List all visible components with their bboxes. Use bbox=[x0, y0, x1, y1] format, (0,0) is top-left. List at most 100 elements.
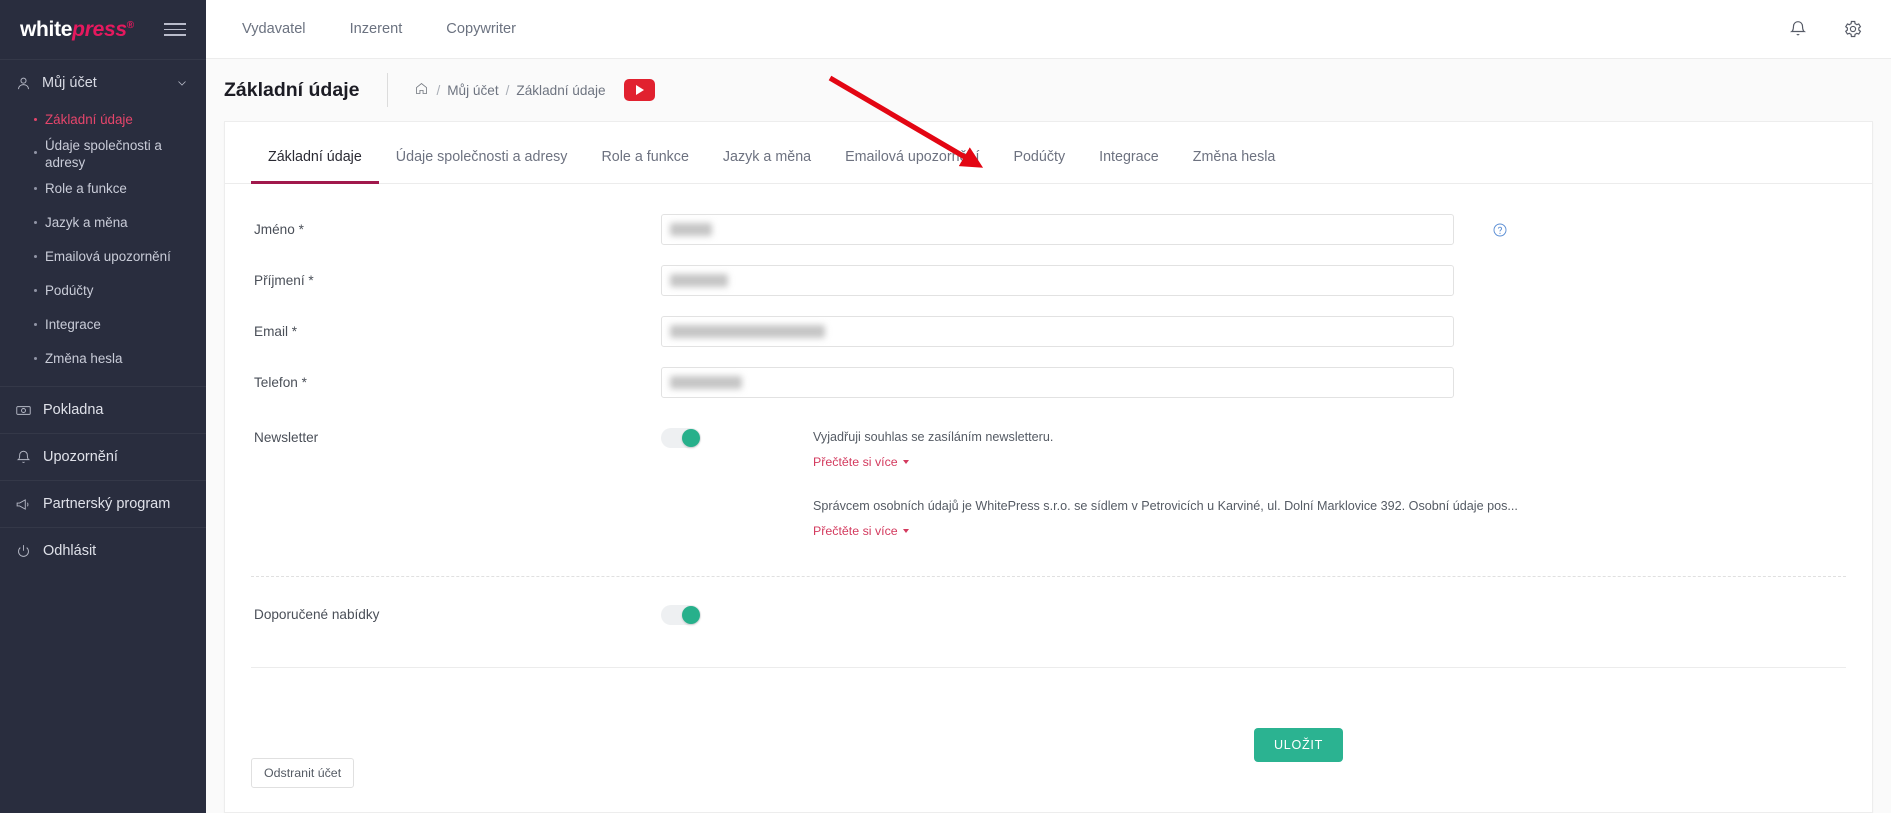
sidebar-subitem-label: Integrace bbox=[45, 317, 101, 333]
read-more-label: Přečtěte si více bbox=[813, 523, 898, 538]
form-row-email: Email * bbox=[251, 316, 1846, 347]
field-jmeno-control bbox=[661, 214, 1846, 245]
newsletter-toggle[interactable] bbox=[661, 428, 701, 448]
field-telefon-control bbox=[661, 367, 1846, 398]
sidebar-item-zakladni-udaje[interactable]: Základní údaje bbox=[0, 106, 206, 133]
tab-role-a-funkce[interactable]: Role a funkce bbox=[584, 129, 705, 183]
label-jmeno: Jméno * bbox=[254, 222, 304, 237]
newsletter-read-more-link[interactable]: Přečtěte si více bbox=[813, 455, 909, 469]
form-row-jmeno: Jméno * bbox=[251, 214, 1846, 245]
bullet-icon bbox=[34, 187, 37, 191]
breadcrumb-item-zakladni-udaje[interactable]: Základní údaje bbox=[516, 83, 605, 98]
form-row-doporucene-nabidky: Doporučené nabídky bbox=[251, 604, 1846, 625]
sidebar-subitem-label: Role a funkce bbox=[45, 181, 127, 197]
telefon-input[interactable] bbox=[661, 367, 1454, 398]
sidebar-item-role-a-funkce[interactable]: Role a funkce bbox=[0, 175, 206, 202]
privacy-read-more-link[interactable]: Přečtěte si více bbox=[813, 524, 909, 538]
bullet-icon bbox=[34, 255, 37, 259]
sidebar-subitem-label: Změna hesla bbox=[45, 351, 123, 367]
toggle-knob bbox=[682, 605, 700, 624]
sidebar-item-poducty[interactable]: Podúčty bbox=[0, 277, 206, 304]
field-prijmeni-control bbox=[661, 265, 1846, 296]
top-bar-icons bbox=[1787, 19, 1863, 40]
youtube-play-icon[interactable] bbox=[623, 79, 655, 101]
top-bar: Vydavatel Inzerent Copywriter bbox=[206, 0, 1891, 59]
tab-udaje-spolecnosti-a-adresy[interactable]: Údaje společnosti a adresy bbox=[379, 129, 585, 183]
field-email-control bbox=[661, 316, 1846, 347]
sidebar-item-partnersky-program[interactable]: Partnerský program bbox=[0, 480, 206, 527]
sidebar-item-upozorneni[interactable]: Upozornění bbox=[0, 433, 206, 480]
content-card: Základní údaje Údaje společnosti a adres… bbox=[224, 121, 1873, 813]
form-row-telefon: Telefon * bbox=[251, 367, 1846, 398]
form-actions: ULOŽIT Odstranit účet bbox=[225, 716, 1872, 812]
tab-poducty[interactable]: Podúčty bbox=[996, 129, 1082, 183]
prijmeni-input[interactable] bbox=[661, 265, 1454, 296]
caret-down-icon bbox=[902, 528, 909, 533]
tab-jazyk-a-mena[interactable]: Jazyk a měna bbox=[706, 129, 828, 183]
app-root: whitepress® Můj účet Základní údaje Údaj… bbox=[0, 0, 1891, 813]
breadcrumb: / Můj účet / Základní údaje bbox=[388, 79, 655, 101]
tab-emailova-upozorneni[interactable]: Emailová upozornění bbox=[828, 129, 996, 183]
power-icon bbox=[14, 542, 32, 560]
sidebar-item-integrace[interactable]: Integrace bbox=[0, 311, 206, 338]
bullet-icon bbox=[34, 323, 37, 327]
hamburger-menu-icon[interactable] bbox=[164, 23, 186, 36]
sidebar: whitepress® Můj účet Základní údaje Údaj… bbox=[0, 0, 206, 813]
breadcrumb-separator: / bbox=[505, 82, 510, 98]
breadcrumb-separator: / bbox=[436, 82, 441, 98]
sidebar-subnav: Základní údaje Údaje společnosti a adres… bbox=[0, 106, 206, 386]
newsletter-consent-text: Vyjadřuji souhlas se zasíláním newslette… bbox=[813, 430, 1054, 444]
form-row-prijmeni: Příjmení * bbox=[251, 265, 1846, 296]
sidebar-item-zmena-hesla[interactable]: Změna hesla bbox=[0, 345, 206, 372]
label-email: Email * bbox=[254, 324, 298, 339]
logo-registered-mark: ® bbox=[126, 19, 134, 31]
jmeno-input[interactable] bbox=[661, 214, 1454, 245]
privacy-consent: Správcem osobních údajů je WhitePress s.… bbox=[813, 497, 1518, 540]
caret-down-icon bbox=[902, 459, 909, 464]
save-button[interactable]: ULOŽIT bbox=[1254, 728, 1343, 762]
section-divider bbox=[251, 575, 1846, 577]
sidebar-header: whitepress® bbox=[0, 0, 206, 59]
newsletter-consent: Vyjadřuji souhlas se zasíláním newslette… bbox=[813, 428, 1518, 540]
bullet-icon bbox=[34, 357, 37, 361]
sidebar-subitem-label: Údaje společnosti a adresy bbox=[45, 138, 162, 171]
tab-zakladni-udaje[interactable]: Základní údaje bbox=[251, 129, 379, 184]
top-nav-inzerent[interactable]: Inzerent bbox=[350, 21, 403, 37]
label-telefon: Telefon * bbox=[254, 375, 307, 390]
sidebar-item-jazyk-a-mena[interactable]: Jazyk a měna bbox=[0, 209, 206, 236]
redacted-value bbox=[670, 274, 728, 287]
tab-integrace[interactable]: Integrace bbox=[1082, 129, 1176, 183]
redacted-value bbox=[670, 325, 825, 338]
sidebar-link-label: Upozornění bbox=[43, 449, 118, 466]
home-icon[interactable] bbox=[414, 81, 429, 99]
megaphone-icon bbox=[14, 495, 32, 513]
logo-press-part: press bbox=[72, 17, 127, 41]
label-newsletter: Newsletter bbox=[254, 430, 319, 445]
bullet-icon bbox=[34, 118, 37, 121]
sidebar-link-label: Partnerský program bbox=[43, 496, 171, 513]
label-prijmeni: Příjmení * bbox=[254, 273, 314, 288]
recommended-control bbox=[661, 604, 1846, 625]
logo-white-part: white bbox=[20, 17, 73, 41]
sidebar-item-pokladna[interactable]: Pokladna bbox=[0, 386, 206, 433]
bullet-icon bbox=[34, 151, 37, 155]
delete-account-button[interactable]: Odstranit účet bbox=[251, 758, 355, 788]
sidebar-subitem-label: Emailová upozornění bbox=[45, 249, 171, 265]
account-form: Jméno * Příjmení * Email * Telefon * New… bbox=[225, 184, 1872, 716]
sidebar-item-udaje-spolecnosti[interactable]: Údaje společnosti a adresy bbox=[0, 133, 206, 175]
bell-icon[interactable] bbox=[1787, 19, 1808, 40]
top-nav-vydavatel[interactable]: Vydavatel bbox=[242, 21, 306, 37]
whitepress-logo[interactable]: whitepress® bbox=[20, 18, 134, 42]
recommended-offers-toggle[interactable] bbox=[661, 604, 701, 625]
help-circle-icon[interactable] bbox=[1492, 222, 1508, 238]
top-nav-copywriter[interactable]: Copywriter bbox=[446, 21, 516, 37]
sidebar-item-emailova-upozorneni[interactable]: Emailová upozornění bbox=[0, 243, 206, 270]
breadcrumb-item-muj-ucet[interactable]: Můj účet bbox=[447, 83, 498, 98]
sidebar-link-label: Odhlásit bbox=[43, 543, 97, 560]
sidebar-item-my-account[interactable]: Můj účet bbox=[0, 60, 206, 106]
sidebar-account-label: Můj účet bbox=[42, 75, 97, 91]
gear-icon[interactable] bbox=[1842, 19, 1863, 40]
tab-zmena-hesla[interactable]: Změna hesla bbox=[1176, 129, 1293, 183]
bottom-divider bbox=[251, 666, 1846, 668]
sidebar-item-odhlasit[interactable]: Odhlásit bbox=[0, 527, 206, 574]
